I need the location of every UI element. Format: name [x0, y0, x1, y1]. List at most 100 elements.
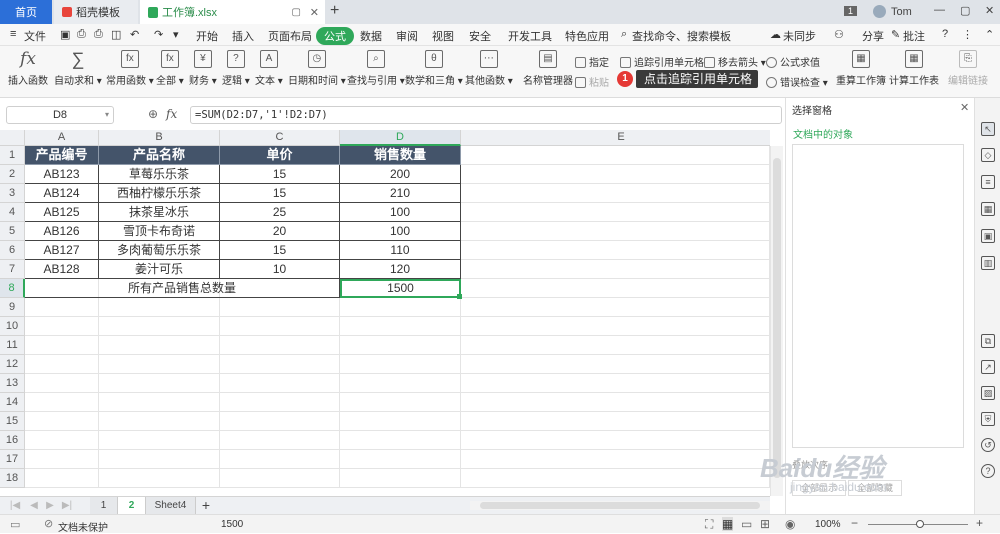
grid-cell[interactable]	[99, 393, 220, 412]
column-header-d[interactable]: D	[340, 130, 461, 146]
table-cell[interactable]: AB125	[25, 203, 99, 222]
grid-cell[interactable]	[340, 317, 461, 336]
menu-review[interactable]: 审阅	[396, 28, 418, 44]
properties-icon[interactable]: ≡	[981, 175, 995, 189]
common-functions-button[interactable]: fx 常用函数 ▾	[106, 48, 154, 87]
formula-input[interactable]: =SUM(D2:D7,'1'!D2:D7)	[190, 106, 782, 124]
zoom-formula-icon[interactable]: ⊕	[148, 107, 158, 121]
table-cell[interactable]: 15	[220, 184, 340, 203]
history-icon[interactable]: ↺	[981, 438, 995, 452]
fullscreen-icon[interactable]: ⛶	[705, 517, 713, 532]
table-cell[interactable]: 200	[340, 165, 461, 184]
grid-cell[interactable]	[461, 146, 770, 165]
table-header-cell[interactable]: 产品编号	[25, 146, 99, 165]
menu-insert[interactable]: 插入	[232, 28, 254, 44]
page-layout-view-icon[interactable]: ▭	[741, 517, 752, 531]
grid-cell[interactable]	[461, 431, 770, 450]
copy-icon[interactable]: ⧉	[981, 334, 995, 348]
grid-cell[interactable]	[99, 336, 220, 355]
row-header[interactable]: 18	[0, 469, 25, 488]
close-tab-icon[interactable]: ✕	[310, 6, 319, 19]
grid-cell[interactable]	[461, 412, 770, 431]
grid-cell[interactable]	[220, 355, 340, 374]
grid-cell[interactable]	[461, 165, 770, 184]
grid-cell[interactable]	[461, 374, 770, 393]
grid-cell[interactable]	[220, 431, 340, 450]
preview-icon[interactable]: ◫	[111, 28, 121, 41]
eye-protection-icon[interactable]: ◉	[785, 517, 795, 531]
table-cell[interactable]: AB123	[25, 165, 99, 184]
row-header[interactable]: 17	[0, 450, 25, 469]
normal-view-icon[interactable]: ▦	[722, 517, 734, 531]
lookup-reference-button[interactable]: ⌕ 查找与引用 ▾	[347, 48, 405, 87]
zoom-out-icon[interactable]: −	[851, 516, 858, 530]
chart-icon[interactable]: ▥	[981, 256, 995, 270]
grid-cell[interactable]	[220, 336, 340, 355]
grid-cell[interactable]	[461, 393, 770, 412]
grid-cell[interactable]	[340, 431, 461, 450]
document-protection-status[interactable]: 文档未保护	[58, 519, 108, 534]
grid-cell[interactable]	[461, 469, 770, 488]
row-header[interactable]: 13	[0, 374, 25, 393]
collapse-ribbon-icon[interactable]: ⌃	[985, 28, 994, 41]
grid-cell[interactable]	[340, 469, 461, 488]
grid-cell[interactable]	[99, 298, 220, 317]
row-header[interactable]: 2	[0, 165, 25, 184]
maximize-icon[interactable]: ▢	[960, 4, 970, 17]
zoom-level[interactable]: 100%	[815, 519, 841, 530]
sheet-tab-1[interactable]: 1	[90, 497, 118, 514]
table-cell[interactable]: 120	[340, 260, 461, 279]
grid-cell[interactable]	[25, 393, 99, 412]
save-icon[interactable]: ▣	[60, 28, 70, 41]
table-header-cell[interactable]: 销售数量	[340, 146, 461, 165]
object-list[interactable]	[792, 144, 964, 448]
table-cell[interactable]: AB124	[25, 184, 99, 203]
grid-cell[interactable]	[25, 469, 99, 488]
vertical-scrollbar[interactable]	[770, 146, 783, 496]
grid-cell[interactable]	[340, 450, 461, 469]
calc-sheet-button[interactable]: ▦ 计算工作表	[889, 48, 939, 87]
math-trig-button[interactable]: θ 数学和三角 ▾	[405, 48, 463, 87]
name-box[interactable]: D8 ▾	[6, 106, 114, 124]
other-functions-button[interactable]: ⋯ 其他函数 ▾	[465, 48, 513, 87]
grid-cell[interactable]	[461, 355, 770, 374]
macro-icon[interactable]: ▭	[10, 518, 20, 531]
command-search[interactable]: 查找命令、搜索模板	[632, 28, 731, 44]
image-icon[interactable]: ▨	[981, 386, 995, 400]
column-header-c[interactable]: C	[220, 130, 340, 146]
spreadsheet-grid[interactable]: A B C D E 1 2 3 4 5 6 7 8 9 10 11 12 13 14 15 16 17 18 产品编…	[0, 130, 770, 496]
grid-cell[interactable]	[25, 412, 99, 431]
grid-cell[interactable]	[461, 450, 770, 469]
specify-button[interactable]: 指定	[575, 54, 609, 69]
row-header[interactable]: 5	[0, 222, 25, 241]
grid-cell[interactable]	[340, 336, 461, 355]
shapes-icon[interactable]: ◇	[981, 148, 995, 162]
grid-cell[interactable]	[25, 317, 99, 336]
close-window-icon[interactable]: ✕	[985, 4, 994, 17]
select-all-corner[interactable]	[0, 130, 25, 146]
column-header-a[interactable]: A	[25, 130, 99, 146]
grid-cell[interactable]	[340, 412, 461, 431]
trace-precedents-button[interactable]: 追踪引用单元格	[620, 54, 704, 69]
insert-function-button[interactable]: fx 插入函数	[8, 48, 48, 87]
window-icon[interactable]: ▢	[292, 7, 301, 18]
sheet-tab-2[interactable]: 2	[118, 497, 146, 514]
last-sheet-icon[interactable]: ▶|	[60, 497, 74, 514]
grid-cell[interactable]	[461, 184, 770, 203]
grid-cell[interactable]	[340, 374, 461, 393]
menu-page-layout[interactable]: 页面布局	[268, 28, 312, 44]
row-header[interactable]: 11	[0, 336, 25, 355]
evaluate-formula-button[interactable]: 公式求值	[766, 54, 820, 69]
export-pdf-icon[interactable]: ⎙	[77, 28, 86, 41]
comment-button[interactable]: 批注	[903, 28, 925, 44]
tab-workbook[interactable]: 工作簿.xlsx ✕ ▢	[140, 0, 325, 24]
hamburger-icon[interactable]: ≡	[10, 28, 16, 40]
table-header-cell[interactable]: 产品名称	[99, 146, 220, 165]
table-cell[interactable]: 15	[220, 165, 340, 184]
total-label-cell[interactable]: 所有产品销售总数量	[25, 279, 340, 298]
table-cell[interactable]: AB126	[25, 222, 99, 241]
row-header[interactable]: 3	[0, 184, 25, 203]
zoom-slider[interactable]	[868, 520, 968, 528]
table-cell[interactable]: AB128	[25, 260, 99, 279]
column-header-e[interactable]: E	[461, 130, 770, 146]
